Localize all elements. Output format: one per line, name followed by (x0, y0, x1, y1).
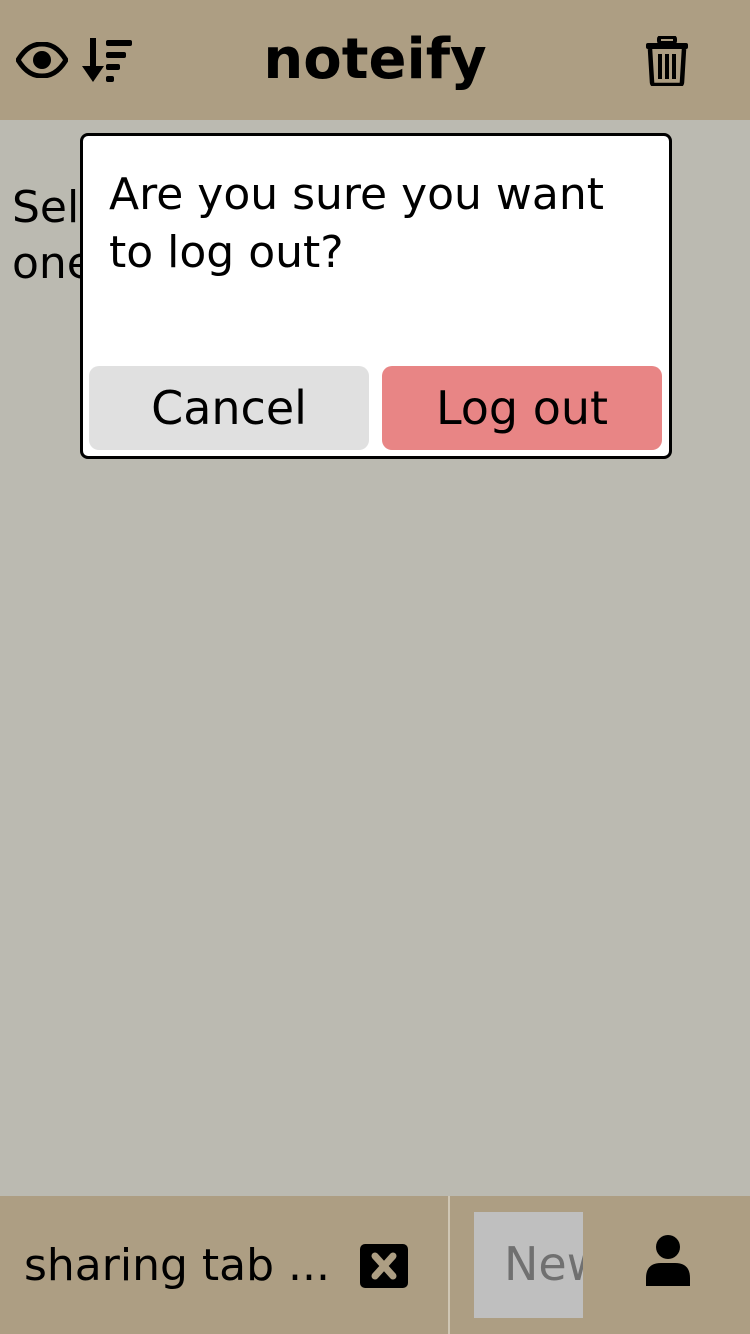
sort-button[interactable] (80, 34, 136, 86)
user-button[interactable] (640, 1232, 696, 1288)
logout-button[interactable]: Log out (382, 366, 662, 450)
note-tab-label: sharing tab ... (24, 1240, 330, 1291)
top-bar: noteify (0, 0, 750, 120)
close-icon (371, 1252, 397, 1280)
logout-dialog: Are you sure you want to log out? Cancel… (80, 133, 672, 459)
cancel-button[interactable]: Cancel (89, 366, 369, 450)
sort-descending-icon (82, 38, 132, 82)
note-tab[interactable]: sharing tab ... (0, 1196, 448, 1334)
toggle-view-button[interactable] (14, 36, 70, 84)
new-tab-button[interactable]: New (474, 1212, 583, 1318)
delete-button[interactable] (638, 32, 696, 90)
new-tab-label: New (504, 1237, 583, 1291)
trash-icon (646, 36, 688, 86)
app-screen: noteify Select a note or create a new on… (0, 0, 750, 1334)
close-tab-button[interactable] (360, 1244, 408, 1288)
footer-divider (448, 1196, 450, 1334)
user-icon (646, 1235, 690, 1286)
bottom-bar: sharing tab ... New (0, 1196, 750, 1334)
eye-icon (16, 42, 68, 78)
dialog-message: Are you sure you want to log out? (109, 169, 605, 278)
